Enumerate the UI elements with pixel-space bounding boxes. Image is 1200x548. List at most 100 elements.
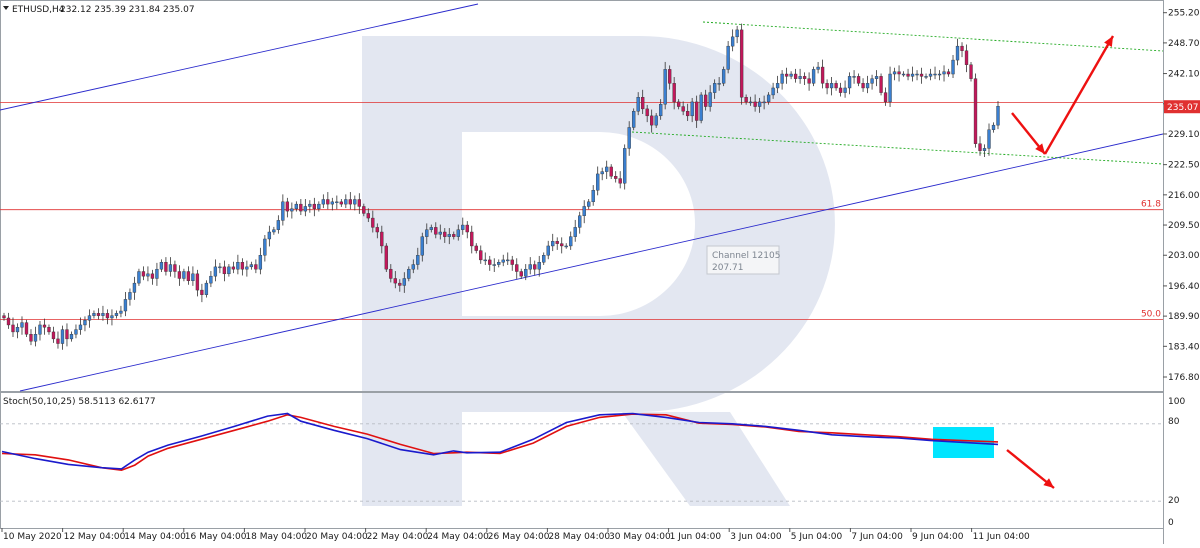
candle-body [150,273,155,279]
candle [537,255,541,277]
candle [245,260,249,277]
candle-body [204,282,209,295]
candle [618,171,622,189]
candle [605,160,609,180]
symbol-label: ETHUSD,H4 [12,5,65,15]
candle-body [267,231,272,240]
candle-body [317,203,321,209]
time-tick-label: 7 Jun 04:00 [851,532,903,542]
candle-body [258,255,263,270]
candle-body [973,78,978,144]
candle [928,68,933,81]
candle-body [24,322,29,335]
chart-canvas[interactable]: 61.8 50.0 ETHUSD,H4 232.12 235.39 231.84… [0,0,1200,544]
candle-body [479,250,483,261]
candle-body [838,87,843,93]
time-tick-label: 20 May 04:00 [306,532,368,542]
candle [510,255,514,271]
candle-body [398,282,402,286]
candle-body [276,220,281,230]
candle-body [870,78,874,84]
candle [96,308,101,320]
candle-body [110,315,114,319]
candle-body [222,266,227,275]
candle-body [596,173,600,191]
candle-body [618,178,622,184]
price-tick-label: 222.50 [1168,161,1200,171]
candle [551,233,555,252]
candle-body [578,215,582,228]
candle-body [942,71,946,75]
candle [335,195,339,210]
candle-body [708,92,712,107]
candle-body [114,313,119,316]
candle-body [937,73,942,76]
candle-body [811,69,816,84]
candle-body [78,324,83,330]
stoch-level-100: 100 [1168,397,1185,407]
candle-body [573,227,577,237]
candle [303,199,308,217]
candle [15,323,20,339]
candle [479,245,483,264]
candle-body [757,101,762,107]
candle-body [591,189,595,203]
candle-body [168,264,173,272]
candle-body [816,66,820,70]
stoch-level-80: 80 [1168,417,1180,427]
dropdown-triangle-icon[interactable] [3,6,9,10]
candle-body [236,262,240,270]
candle-body [308,203,312,207]
candle-body [101,313,105,316]
candle-body [501,259,505,263]
candle-body [951,59,955,75]
candle-body [348,199,352,205]
candle [888,66,892,108]
candle [501,254,505,267]
candle [587,199,591,210]
candle-body [321,199,326,205]
candle-body [685,110,690,117]
candle-body [362,206,366,214]
candle-body [330,201,334,205]
candle [164,257,168,276]
candle [326,192,330,210]
forecast-arrow-down [1011,112,1046,155]
candle-body [438,231,442,235]
candle [384,243,388,272]
candle [960,42,964,58]
candle-body [650,115,654,126]
candle-body [56,338,60,344]
candle-body [15,327,20,333]
time-tick-label: 28 May 04:00 [548,532,610,542]
candle [519,268,523,279]
candle-body [60,329,65,344]
time-tick-label: 18 May 04:00 [245,532,307,542]
candle [78,317,83,335]
candle-body [411,264,415,270]
candle-body [609,166,613,177]
candle-body [186,271,191,282]
time-tick-label: 14 May 04:00 [124,532,186,542]
channel-tooltip: Channel 12105 207.71 [706,245,780,275]
candle [892,67,897,81]
candle [110,309,114,326]
candle-body [6,317,11,326]
candle-body [703,94,708,107]
candle-body [231,266,236,270]
candle-body [87,315,92,321]
candle [780,70,784,90]
candle [937,70,942,81]
candle-body [560,243,564,247]
candle [807,72,811,91]
candle [609,164,613,180]
candle-body [964,50,969,65]
candle [955,38,960,66]
symbol-header: ETHUSD,H4 232.12 235.39 231.84 235.07 [3,5,195,15]
candle-body [690,101,694,117]
candle-body [515,264,519,272]
candle-body [605,166,609,172]
candle [811,66,816,87]
candle [906,68,910,81]
candle-body [281,201,285,221]
